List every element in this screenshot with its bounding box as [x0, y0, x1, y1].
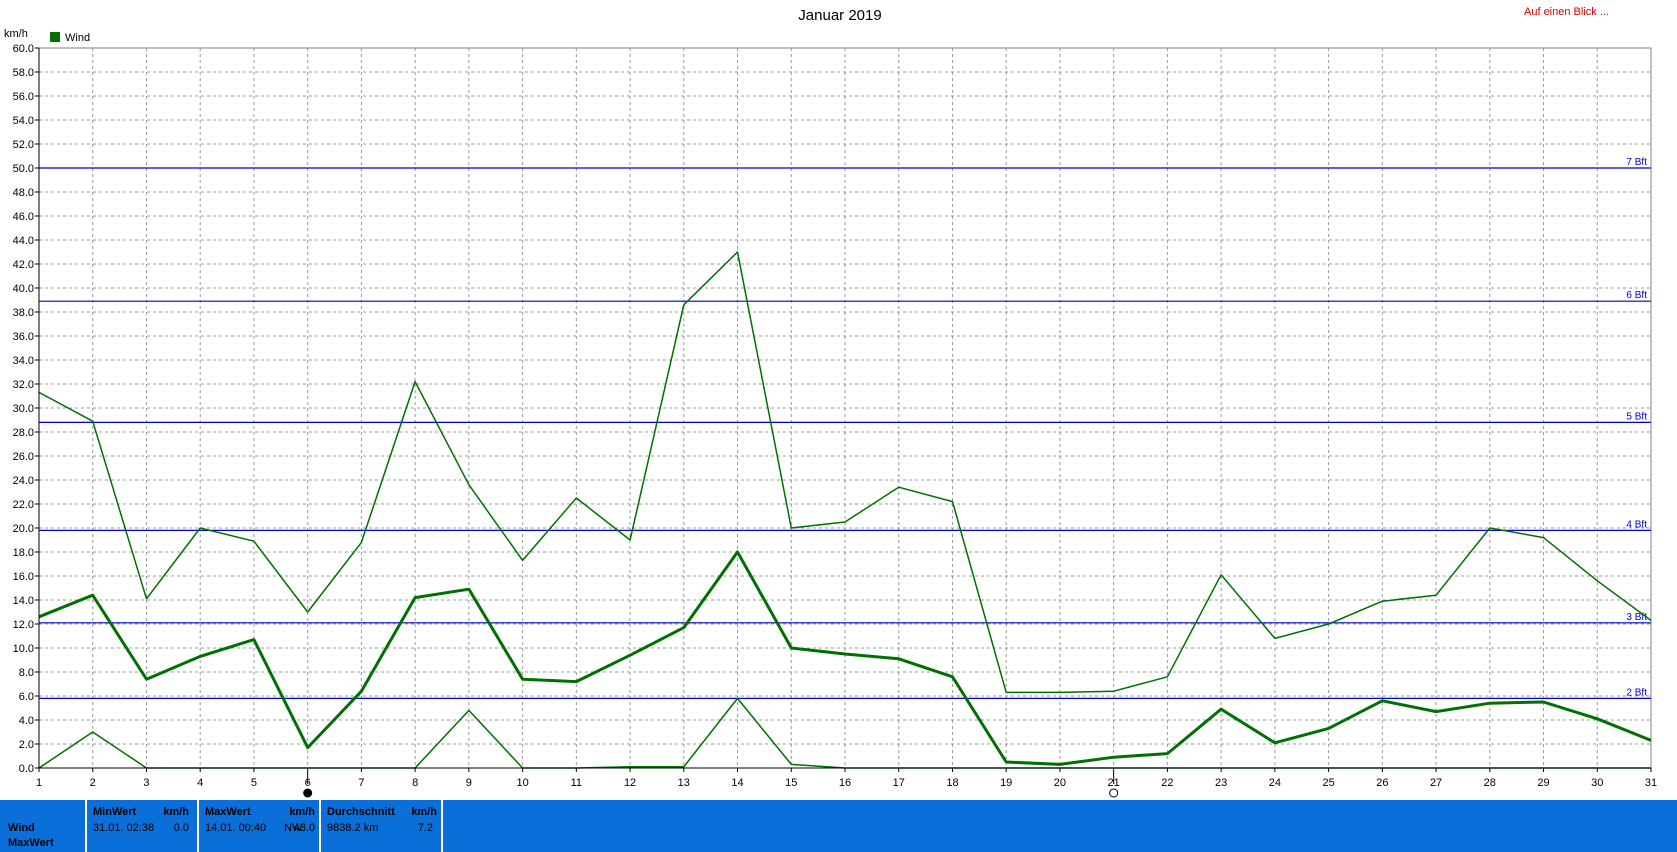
- y-tick-label: 44.0: [13, 235, 34, 247]
- min-header: MinWert: [93, 806, 137, 818]
- y-tick-label: 26.0: [13, 451, 34, 463]
- overview-link[interactable]: Auf einen Blick ...: [1524, 6, 1609, 18]
- y-tick-label: 32.0: [13, 379, 34, 391]
- y-tick-label: 42.0: [13, 259, 34, 271]
- legend-label: Wind: [65, 32, 90, 44]
- x-tick-label: 24: [1269, 777, 1281, 789]
- avg-distance: 9838.2 km: [327, 822, 379, 834]
- x-tick-label: 29: [1537, 777, 1549, 789]
- x-tick-label: 16: [839, 777, 851, 789]
- avg-column: Durchschnitt km/h 9838.2 km 7.2: [319, 800, 443, 852]
- x-tick-label: 14: [731, 777, 743, 789]
- x-tick-label: 7: [358, 777, 364, 789]
- x-tick-label: 15: [785, 777, 797, 789]
- x-tick-label: 26: [1376, 777, 1388, 789]
- avg-header: Durchschnitt: [327, 806, 395, 818]
- beaufort-label: 7 Bft: [1626, 157, 1647, 168]
- y-tick-label: 10.0: [13, 643, 34, 655]
- beaufort-label: 3 Bft: [1626, 612, 1647, 623]
- min-value: 0.0: [173, 822, 189, 834]
- y-tick-label: 40.0: [13, 283, 34, 295]
- beaufort-label: 4 Bft: [1626, 519, 1647, 530]
- x-tick-label: 8: [412, 777, 418, 789]
- y-tick-label: 34.0: [13, 355, 34, 367]
- y-tick-label: 30.0: [13, 403, 34, 415]
- y-tick-label: 54.0: [13, 115, 34, 127]
- x-tick-label: 31: [1645, 777, 1657, 789]
- y-tick-label: 20.0: [13, 523, 34, 535]
- y-tick-label: 58.0: [13, 67, 34, 79]
- x-tick-label: 3: [143, 777, 149, 789]
- beaufort-label: 2 Bft: [1626, 687, 1647, 698]
- avg-unit: km/h: [411, 806, 437, 818]
- x-tick-label: 22: [1161, 777, 1173, 789]
- x-tick-label: 9: [466, 777, 472, 789]
- y-tick-label: 0.0: [19, 763, 34, 775]
- x-tick-label: 20: [1054, 777, 1066, 789]
- x-tick-label: 10: [516, 777, 528, 789]
- legend-swatch: [50, 32, 60, 42]
- y-tick-label: 8.0: [19, 667, 34, 679]
- x-tick-label: 12: [624, 777, 636, 789]
- min-unit: km/h: [163, 806, 189, 818]
- x-tick-label: 23: [1215, 777, 1227, 789]
- max-unit: km/h: [289, 806, 315, 818]
- wind-chart: Januar 2019 km/h Wind 2 Bft 3 Bft 4 Bft 5 B…: [4, 7, 1657, 798]
- y-tick-label: 52.0: [13, 139, 34, 151]
- y-tick-label: 38.0: [13, 307, 34, 319]
- beaufort-label: 5 Bft: [1626, 411, 1647, 422]
- full-moon-icon: [1109, 788, 1119, 798]
- row-label-wind: Wind: [8, 822, 35, 834]
- x-tick-label: 27: [1430, 777, 1442, 789]
- x-tick-label: 2: [90, 777, 96, 789]
- x-tick-label: 17: [893, 777, 905, 789]
- max-column: MaxWert km/h 14.01. 00:40 NW 43.0: [197, 800, 319, 852]
- x-tick-label: 30: [1591, 777, 1603, 789]
- y-tick-label: 50.0: [13, 163, 34, 175]
- max-value: 43.0: [293, 822, 315, 834]
- grid: [38, 47, 1652, 769]
- beaufort-label: 6 Bft: [1626, 290, 1647, 301]
- x-tick-label: 5: [251, 777, 257, 789]
- y-tick-label: 22.0: [13, 499, 34, 511]
- max-header: MaxWert: [205, 806, 251, 818]
- min-column: MinWert km/h 31.01. 02:38 0.0: [85, 800, 197, 852]
- y-tick-label: 4.0: [19, 715, 34, 727]
- y-tick-label: 28.0: [13, 427, 34, 439]
- avg-value: 7.2: [417, 822, 433, 834]
- y-tick-label: 12.0: [13, 619, 34, 631]
- x-tick-label: 25: [1322, 777, 1334, 789]
- summary-panel: Wind MaxWert MinWert km/h 31.01. 02:38 0…: [0, 800, 1677, 852]
- y-tick-label: 2.0: [19, 739, 34, 751]
- x-tick-label: 13: [678, 777, 690, 789]
- y-tick-label: 6.0: [19, 691, 34, 703]
- y-tick-label: 18.0: [13, 547, 34, 559]
- y-axis-unit: km/h: [4, 28, 28, 40]
- x-tick-label: 4: [197, 777, 203, 789]
- x-tick-label: 19: [1000, 777, 1012, 789]
- y-tick-label: 14.0: [13, 595, 34, 607]
- max-time: 14.01. 00:40: [205, 822, 267, 834]
- x-tick-label: 28: [1484, 777, 1496, 789]
- x-tick-label: 1: [36, 777, 42, 789]
- x-tick-label: 11: [571, 777, 582, 789]
- chart-title: Januar 2019: [798, 7, 881, 24]
- y-tick-label: 48.0: [13, 187, 34, 199]
- new-moon-icon: [303, 788, 313, 798]
- row-label-max: MaxWert: [8, 837, 54, 849]
- y-tick-label: 56.0: [13, 91, 34, 103]
- y-tick-label: 60.0: [13, 43, 34, 55]
- y-tick-label: 24.0: [13, 475, 34, 487]
- min-time: 31.01. 02:38: [93, 822, 155, 834]
- x-tick-label: 18: [946, 777, 958, 789]
- y-tick-label: 16.0: [13, 571, 34, 583]
- y-tick-label: 46.0: [13, 211, 34, 223]
- y-tick-label: 36.0: [13, 331, 34, 343]
- moon-markers: [303, 772, 1119, 798]
